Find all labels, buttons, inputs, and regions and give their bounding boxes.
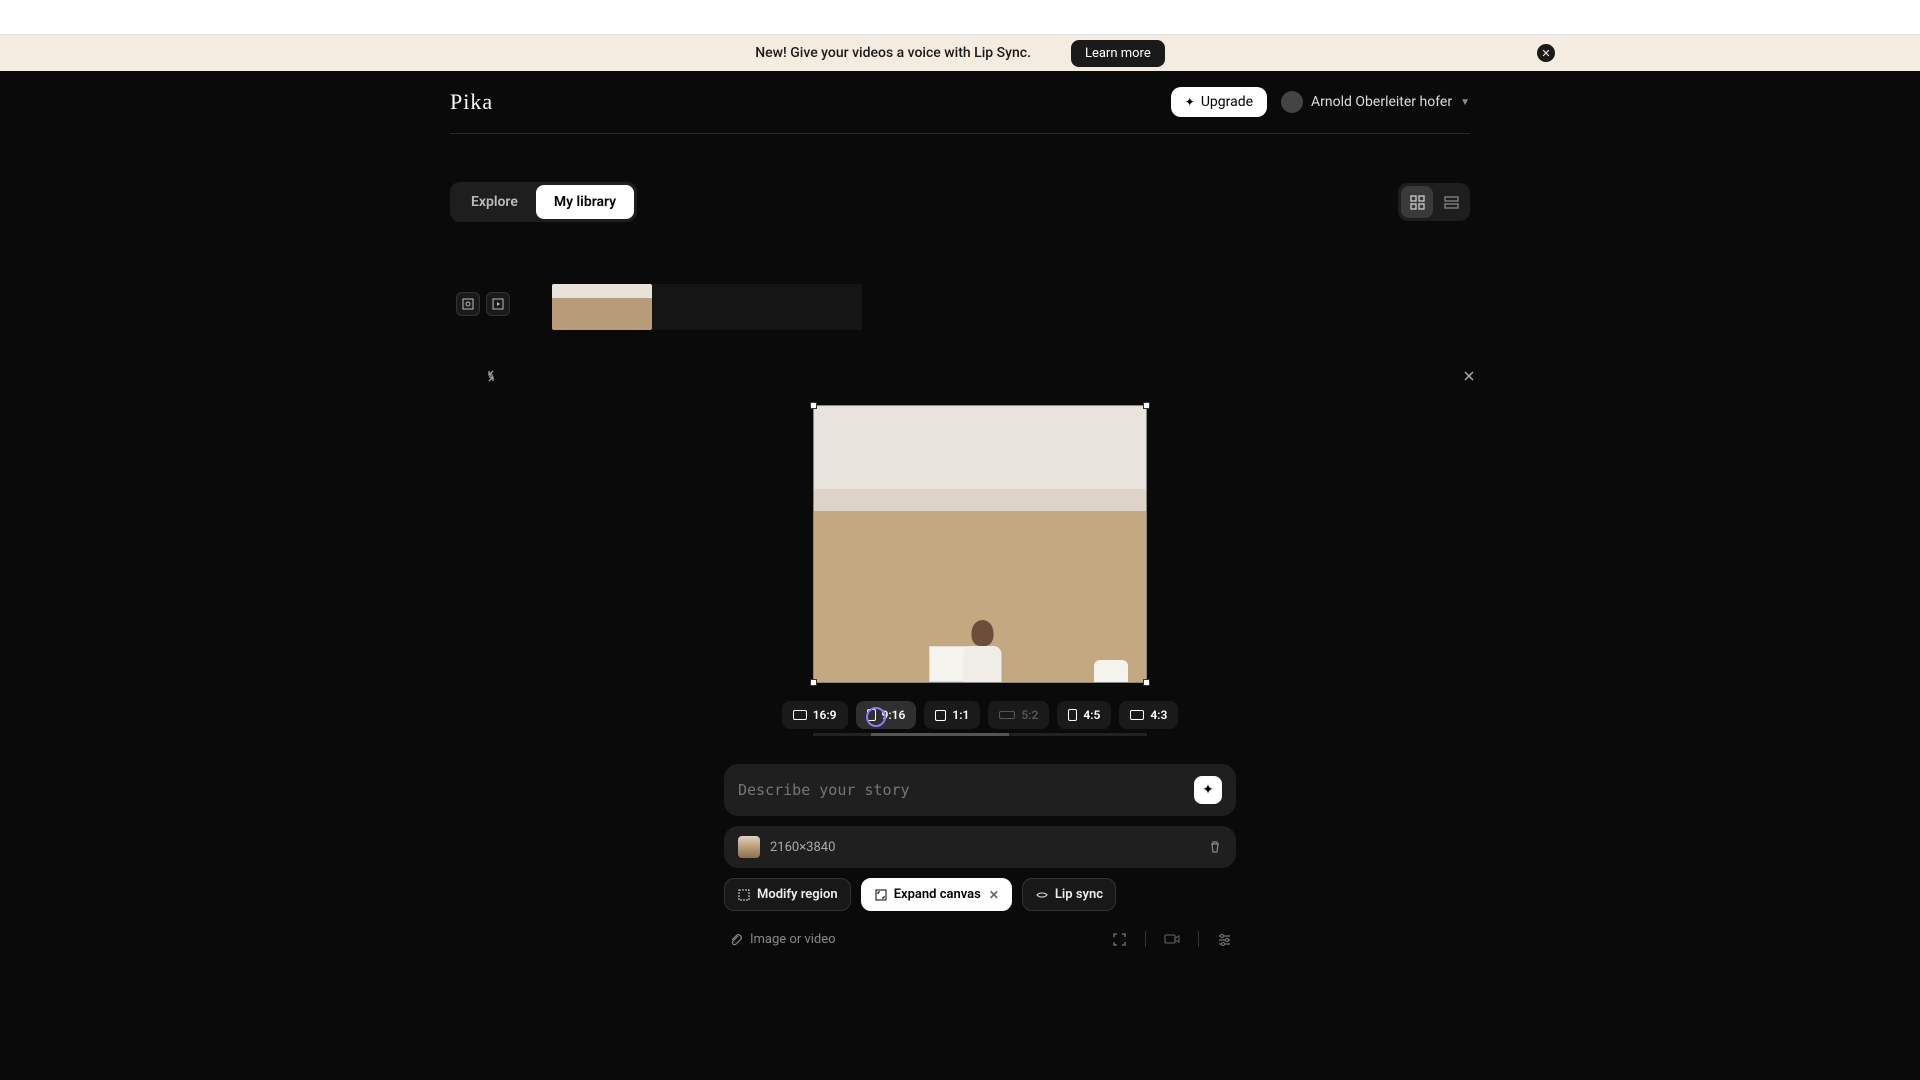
banner-text: New! Give your videos a voice with Lip S…: [755, 45, 1031, 61]
divider: [1145, 931, 1146, 947]
canvas-person: [958, 620, 1008, 682]
aspect-ratio-row: 16:9 9:16 1:1 5:2 4:5 4:3: [472, 683, 1488, 729]
chevron-down-icon: ▼: [1460, 97, 1470, 108]
strip-controls: [450, 284, 510, 330]
play-icon: [492, 298, 504, 310]
resize-handle-tr[interactable]: [1143, 402, 1150, 409]
user-menu[interactable]: Arnold Oberleiter hofer ▼: [1281, 91, 1470, 113]
canvas-wrapper: [472, 391, 1488, 683]
prompt-box: ✦: [724, 764, 1236, 816]
camera-button[interactable]: [1164, 933, 1180, 945]
banner-close-button[interactable]: ✕: [1537, 44, 1555, 62]
ratio-icon: [1130, 710, 1144, 720]
app-root: Pika ✦ Upgrade Arnold Oberleiter hofer ▼…: [0, 71, 1920, 1080]
close-icon: [1462, 369, 1476, 383]
logo[interactable]: Pika: [450, 89, 493, 115]
focus-icon: [462, 298, 474, 310]
tab-explore[interactable]: Explore: [453, 185, 536, 219]
chip-close-button[interactable]: ✕: [989, 888, 999, 902]
header-right: ✦ Upgrade Arnold Oberleiter hofer ▼: [1171, 87, 1470, 117]
divider: [1198, 931, 1199, 947]
region-icon: [737, 888, 751, 902]
tab-my-library[interactable]: My library: [536, 185, 634, 219]
expand-view-button[interactable]: [1112, 932, 1127, 947]
upgrade-button[interactable]: ✦ Upgrade: [1171, 87, 1267, 117]
editor-top-bar: [472, 365, 1488, 391]
action-row: Modify region Expand canvas ✕ Lip sync: [724, 878, 1236, 911]
asset-thumbnail[interactable]: [738, 836, 760, 858]
ratio-track: [813, 733, 1147, 736]
ratio-1-1[interactable]: 1:1: [924, 701, 980, 729]
ratio-icon: [793, 710, 807, 720]
learn-more-button[interactable]: Learn more: [1071, 40, 1165, 67]
grid-icon: [1410, 195, 1425, 210]
resize-handle-bl[interactable]: [810, 679, 817, 686]
canvas[interactable]: [813, 405, 1147, 683]
ratio-16-9[interactable]: 16:9: [782, 701, 848, 729]
generate-button[interactable]: ✦: [1194, 776, 1222, 804]
strip-play-button[interactable]: [486, 292, 510, 316]
bottom-icons: [1112, 931, 1232, 947]
resize-handle-br[interactable]: [1143, 679, 1150, 686]
settings-button[interactable]: [1217, 932, 1232, 947]
ratio-4-5[interactable]: 4:5: [1057, 701, 1111, 729]
bottom-bar: Image or video: [724, 931, 1236, 947]
lips-icon: [1035, 888, 1049, 902]
paperclip-icon: [728, 932, 742, 946]
prompt-input[interactable]: [738, 781, 1194, 799]
ratio-5-2[interactable]: 5:2: [988, 701, 1049, 729]
announcement-banner: New! Give your videos a voice with Lip S…: [0, 35, 1920, 71]
ratio-icon: [999, 711, 1015, 719]
library-track: [652, 284, 862, 330]
canvas-lamp-prop: [1094, 660, 1128, 682]
collapse-button[interactable]: [480, 365, 502, 387]
lip-sync-chip[interactable]: Lip sync: [1022, 878, 1116, 911]
camera-icon: [1164, 933, 1180, 945]
ratio-9-16[interactable]: 9:16: [856, 701, 917, 729]
upgrade-label: Upgrade: [1201, 94, 1253, 110]
collapse-icon: [484, 369, 498, 383]
sparkle-icon: ✦: [1185, 95, 1195, 109]
ratio-4-3[interactable]: 4:3: [1119, 701, 1178, 729]
modify-region-chip[interactable]: Modify region: [724, 878, 851, 911]
browser-chrome: [0, 0, 1920, 35]
ratio-icon: [1068, 709, 1077, 721]
list-icon: [1444, 195, 1459, 210]
resize-handle-tl[interactable]: [810, 402, 817, 409]
strip-focus-button[interactable]: [456, 292, 480, 316]
grid-view-button[interactable]: [1401, 186, 1433, 218]
user-name: Arnold Oberleiter hofer: [1311, 94, 1452, 110]
nav-tabs: Explore My library: [450, 182, 637, 222]
avatar: [1281, 91, 1303, 113]
view-toggle: [1398, 183, 1470, 221]
trash-icon: [1208, 840, 1222, 854]
attach-button[interactable]: Image or video: [728, 932, 836, 947]
expand-icon: [874, 888, 888, 902]
list-view-button[interactable]: [1435, 186, 1467, 218]
delete-asset-button[interactable]: [1208, 840, 1222, 854]
asset-dimensions: 2160×3840: [770, 840, 1198, 855]
library-strip: [450, 222, 1470, 330]
library-thumbnail[interactable]: [552, 284, 652, 330]
expand-canvas-chip[interactable]: Expand canvas ✕: [861, 878, 1012, 911]
close-editor-button[interactable]: [1458, 365, 1480, 387]
sliders-icon: [1217, 932, 1232, 947]
controls-row: Explore My library: [450, 134, 1470, 222]
header: Pika ✦ Upgrade Arnold Oberleiter hofer ▼: [450, 71, 1470, 134]
cursor-indicator: [866, 707, 886, 727]
canvas-editor: 16:9 9:16 1:1 5:2 4:5 4:3 ✦ 2160×3840 Mo…: [472, 365, 1488, 947]
ratio-icon: [935, 710, 946, 721]
asset-row: 2160×3840: [724, 826, 1236, 868]
fullscreen-icon: [1112, 932, 1127, 947]
sparkle-icon: ✦: [1202, 782, 1214, 798]
